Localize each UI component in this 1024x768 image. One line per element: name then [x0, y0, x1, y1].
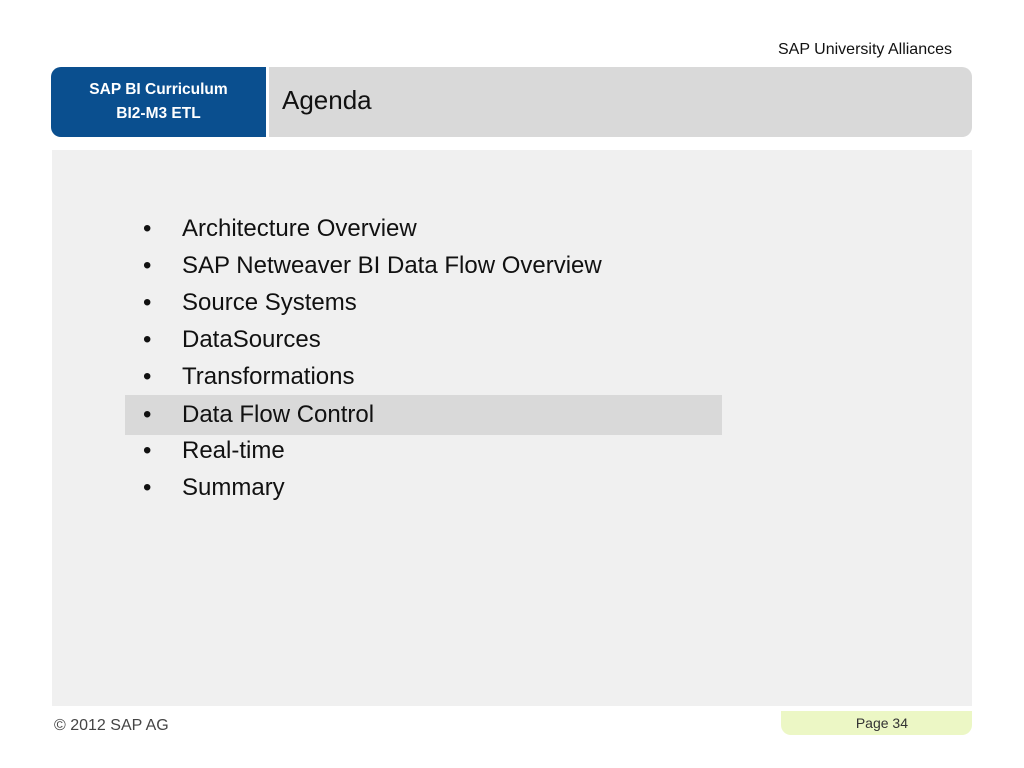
content-panel: • Architecture Overview • SAP Netweaver … — [52, 150, 972, 706]
agenda-item: • Source Systems — [125, 284, 722, 321]
agenda-item: • Summary — [125, 469, 722, 506]
agenda-item: • DataSources — [125, 321, 722, 358]
bullet: • — [143, 252, 152, 279]
agenda-item: • SAP Netweaver BI Data Flow Overview — [125, 247, 722, 284]
agenda-item-label: Source Systems — [182, 289, 357, 316]
agenda-item: • Transformations — [125, 358, 722, 395]
agenda-item: • Real-time — [125, 432, 722, 469]
agenda-item-label: Transformations — [182, 363, 355, 390]
agenda-item-label: Summary — [182, 474, 285, 501]
organization-label: SAP University Alliances — [778, 41, 952, 58]
header-bar: SAP BI Curriculum BI2-M3 ETL Agenda — [51, 67, 972, 137]
bullet: • — [143, 326, 152, 353]
agenda-item-label: SAP Netweaver BI Data Flow Overview — [182, 252, 602, 279]
page-number-tab: Page 34 — [781, 711, 972, 735]
bullet: • — [143, 401, 152, 428]
slide-title: Agenda — [282, 85, 372, 115]
agenda-item-label: DataSources — [182, 326, 321, 353]
bullet: • — [143, 437, 152, 464]
bullet: • — [143, 215, 152, 242]
agenda-item-current: • Data Flow Control — [125, 395, 722, 435]
bullet: • — [143, 363, 152, 390]
agenda-item-label: Real-time — [182, 437, 285, 464]
agenda-item-label: Architecture Overview — [182, 215, 417, 242]
page-number: Page 34 — [855, 715, 908, 731]
curriculum-name: SAP BI Curriculum — [89, 81, 228, 98]
agenda-item: • Architecture Overview — [125, 210, 722, 247]
curriculum-badge: SAP BI Curriculum BI2-M3 ETL — [51, 67, 269, 137]
copyright-notice: © 2012 SAP AG — [54, 717, 169, 734]
bullet: • — [143, 474, 152, 501]
module-code: BI2-M3 ETL — [116, 105, 201, 122]
bullet: • — [143, 289, 152, 316]
agenda-item-label: Data Flow Control — [182, 401, 375, 428]
agenda-list: • Architecture Overview • SAP Netweaver … — [125, 210, 722, 506]
